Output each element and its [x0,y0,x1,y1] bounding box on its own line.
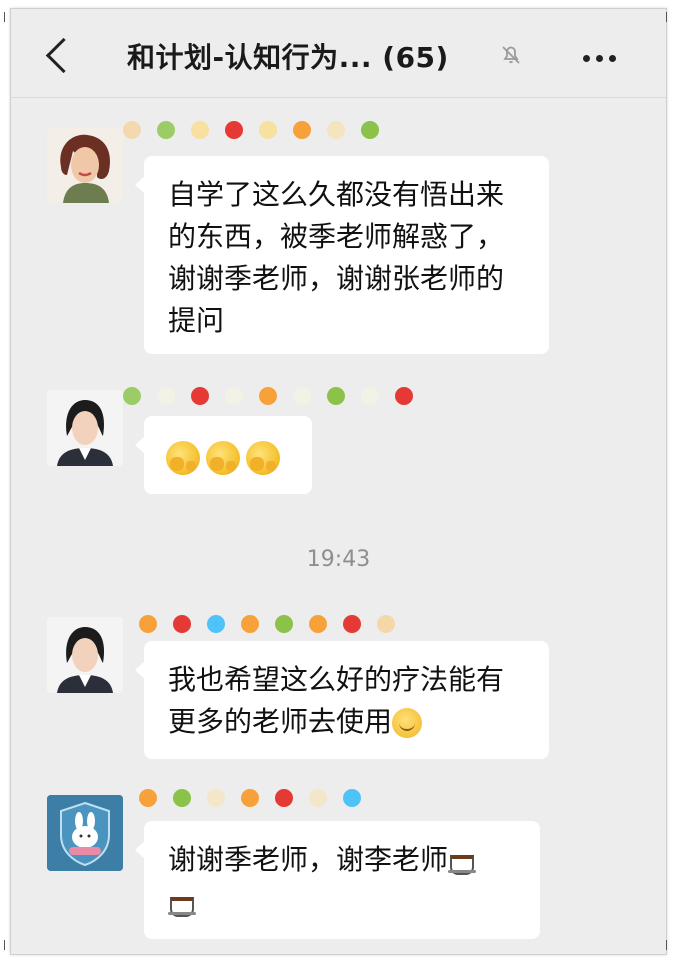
chevron-left-icon[interactable] [45,37,82,74]
avatar-member-3[interactable] [47,795,123,871]
chat-timestamp: 19:43 [306,547,371,572]
bell-muted-icon [502,46,520,64]
avatar-member-2[interactable] [47,390,123,466]
chat-header: 和计划-认知行为... (65) [11,9,666,98]
message-bubble-2[interactable] [135,416,312,494]
message-bubble-3[interactable]: 我也希望这么好的疗法能有更多的老师去使用 [135,641,549,759]
chat-title[interactable]: 和计划-认知行为... (65) [127,36,449,76]
hot-beverage-emoji [168,891,198,917]
avatar-member-1[interactable] [47,127,123,203]
crop-mark [4,940,5,950]
member-name-redacted [123,387,413,405]
smiling-face-emoji [392,708,423,738]
more-dots-icon[interactable] [583,47,627,62]
message-text-4: 谢谢季老师，谢李老师 [168,843,449,876]
hugging-face-emoji [206,441,240,475]
hugging-face-emoji [246,441,280,475]
hot-beverage-emoji [448,849,478,875]
message-text-1: 自学了这么久都没有悟出来的东西，被季老师解惑了，谢谢季老师，谢谢张老师的提问 [168,178,505,337]
member-name-redacted [123,121,379,139]
message-bubble-1[interactable]: 自学了这么久都没有悟出来的东西，被季老师解惑了，谢谢季老师，谢谢张老师的提问 [135,156,549,354]
crop-mark [4,12,5,22]
member-name-redacted [139,789,361,807]
crop-mark [666,12,667,22]
avatar-member-2[interactable] [47,617,123,693]
member-name-redacted [139,615,395,633]
message-bubble-4[interactable]: 谢谢季老师，谢李老师 [135,821,540,939]
chat-screenshot-frame: 和计划-认知行为... (65) 自学了这么久都没有悟出来的东西，被季老师解惑了… [10,8,667,955]
hugging-face-emoji [166,441,200,475]
message-text-3: 我也希望这么好的疗法能有更多的老师去使用 [168,663,505,738]
crop-mark [666,940,667,950]
